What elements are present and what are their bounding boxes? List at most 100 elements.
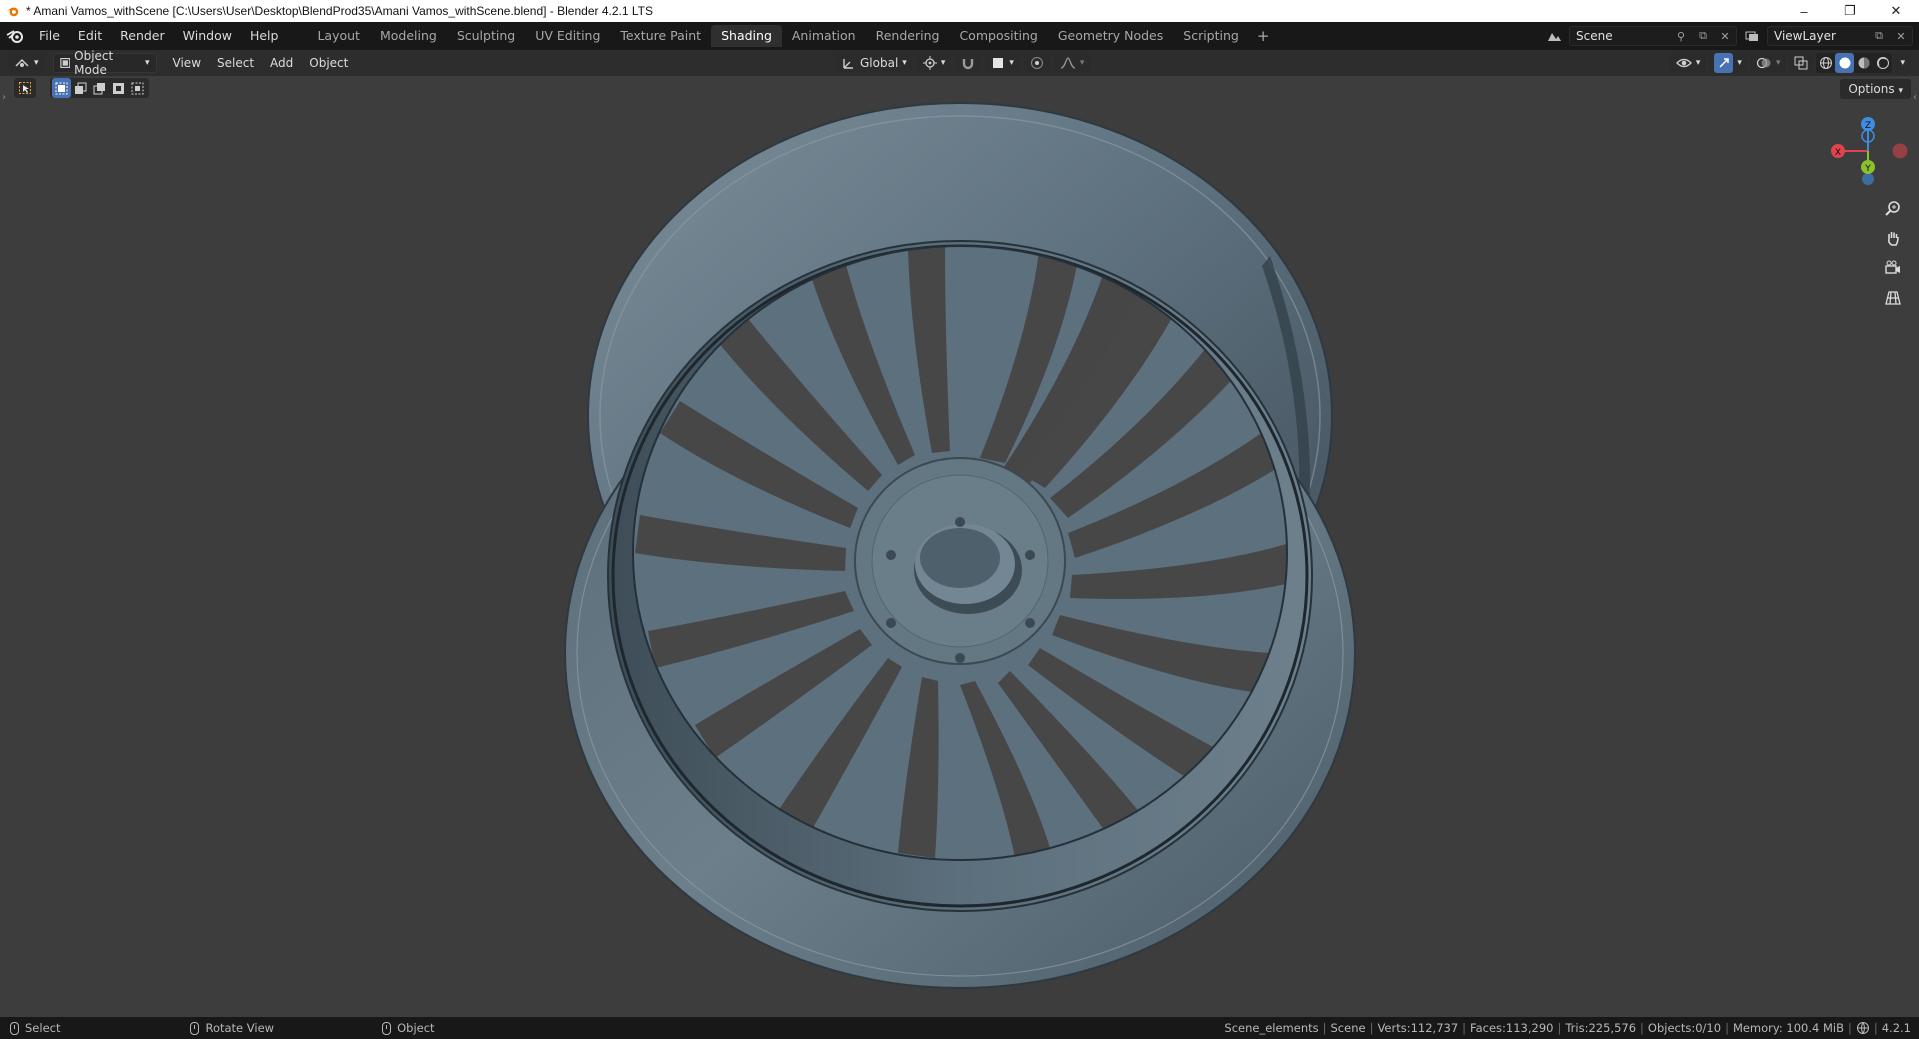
menu-help[interactable]: Help [241, 22, 288, 50]
rendered-shading-icon[interactable] [1873, 53, 1892, 73]
select-extend-icon[interactable] [71, 78, 90, 98]
snap-target-dropdown[interactable]: ▾ [985, 53, 1020, 73]
options-label: Options [1848, 82, 1895, 96]
proportional-falloff-dropdown[interactable]: ▾ [1053, 53, 1091, 73]
pin-icon[interactable]: ⚲ [1670, 26, 1692, 46]
gizmo-icon [1714, 53, 1734, 73]
menu-view[interactable]: View [165, 50, 209, 76]
hand-pan-icon[interactable] [1880, 226, 1906, 250]
tab-shading[interactable]: Shading [711, 25, 782, 47]
solid-shading-icon[interactable] [1835, 53, 1855, 73]
select-new-icon[interactable] [52, 78, 71, 98]
menu-add[interactable]: Add [262, 50, 301, 76]
shading-mode-group [1816, 53, 1893, 73]
3d-viewport[interactable]: › ‹ [0, 76, 1919, 1017]
chevron-down-icon: ▾ [1009, 58, 1014, 68]
select-invert-icon[interactable] [109, 78, 128, 98]
status-select-hint: Select [10, 1021, 60, 1035]
visibility-dropdown[interactable]: ▾ [1669, 53, 1707, 73]
overlays-icon [1756, 57, 1771, 69]
status-select-label: Select [25, 1021, 61, 1035]
tab-geometry-nodes[interactable]: Geometry Nodes [1048, 25, 1173, 47]
sidebar-expand-icon[interactable]: ‹ [1913, 92, 1917, 103]
pivot-icon [922, 56, 937, 70]
blender-version: 4.2.1 [1881, 1021, 1911, 1035]
view-layer-icon[interactable] [1741, 26, 1763, 46]
zoom-icon[interactable] [1880, 196, 1906, 220]
perspective-toggle-icon[interactable] [1880, 286, 1906, 310]
xray-icon [1794, 56, 1808, 70]
tab-modeling[interactable]: Modeling [370, 25, 447, 47]
proportional-editing-toggle[interactable] [1023, 53, 1050, 73]
snap-toggle[interactable] [955, 53, 982, 73]
tab-compositing[interactable]: Compositing [949, 25, 1047, 47]
tab-texture-paint[interactable]: Texture Paint [610, 25, 711, 47]
proportional-edit-icon [1030, 57, 1043, 69]
add-workspace-icon[interactable]: + [1249, 27, 1278, 45]
viewport-header: ▾ Object Mode ▾ View Select Add Object G… [0, 49, 1919, 77]
chevron-down-icon: ▾ [940, 58, 946, 68]
transform-orientation-dropdown[interactable]: Global ▾ [836, 53, 913, 73]
tab-sculpting[interactable]: Sculpting [447, 25, 525, 47]
status-object-hint: Object [382, 1021, 435, 1035]
tab-scripting[interactable]: Scripting [1173, 25, 1249, 47]
editor-type-button[interactable]: ▾ [8, 53, 45, 73]
toolbar-expand-icon[interactable]: › [2, 92, 6, 103]
snap-increment-icon [993, 58, 1004, 68]
overlays-toggle[interactable]: ▾ [1749, 53, 1787, 73]
scene-selector[interactable]: Scene ⚲ ⧉ ✕ [1569, 26, 1737, 46]
menu-object[interactable]: Object [301, 50, 356, 76]
stat-scene: Scene [1330, 1021, 1366, 1035]
gizmo-toggle[interactable]: ▾ [1708, 53, 1748, 73]
menu-select[interactable]: Select [209, 50, 262, 76]
chevron-down-icon: ▾ [1737, 58, 1742, 68]
status-bar: Select Rotate View Object Scene_elements… [0, 1017, 1919, 1039]
select-intersect-icon[interactable] [128, 78, 147, 98]
stat-collection: Scene_elements [1224, 1021, 1319, 1035]
delete-scene-icon[interactable]: ✕ [1714, 26, 1736, 46]
options-dropdown[interactable]: Options ▾ [1840, 79, 1911, 99]
camera-view-icon[interactable] [1880, 256, 1906, 280]
xray-toggle[interactable] [1788, 53, 1815, 73]
chevron-down-icon: ▾ [1695, 58, 1701, 68]
close-window-button[interactable]: ✕ [1873, 0, 1919, 22]
scene-type-icon[interactable] [1543, 26, 1565, 46]
mode-dropdown[interactable]: Object Mode ▾ [52, 49, 157, 77]
wheel-model [564, 102, 1356, 989]
navigation-buttons [1880, 196, 1906, 310]
chevron-down-icon: ▾ [1900, 58, 1905, 68]
restore-button[interactable]: ❐ [1827, 0, 1873, 22]
tab-layout[interactable]: Layout [307, 25, 370, 47]
shading-options-dropdown[interactable]: ▾ [1894, 53, 1911, 73]
gizmo-x-label: X [1835, 148, 1841, 158]
eye-icon [1675, 58, 1692, 68]
delete-view-layer-icon[interactable]: ✕ [1890, 26, 1912, 46]
menu-file[interactable]: File [30, 22, 69, 50]
menu-render[interactable]: Render [111, 22, 174, 50]
tab-rendering[interactable]: Rendering [866, 25, 950, 47]
navigation-gizmo[interactable]: Z X Y [1810, 112, 1910, 192]
tab-animation[interactable]: Animation [782, 25, 866, 47]
menu-edit[interactable]: Edit [69, 22, 111, 50]
wireframe-shading-icon[interactable] [1816, 53, 1835, 73]
tab-uv-editing[interactable]: UV Editing [525, 25, 610, 47]
mouse-middle-icon [190, 1021, 200, 1035]
select-tool-icon[interactable] [14, 78, 36, 98]
stat-memory: Memory: 100.4 MiB [1732, 1021, 1844, 1035]
pivot-point-dropdown[interactable]: ▾ [916, 53, 952, 73]
network-icon [1856, 1022, 1869, 1035]
orientation-label: Global [860, 56, 899, 70]
view-layer-selector[interactable]: ViewLayer ⧉ ✕ [1767, 26, 1913, 46]
scene-name: Scene [1576, 29, 1613, 43]
new-scene-icon[interactable]: ⧉ [1692, 26, 1714, 46]
object-mode-icon [59, 58, 70, 68]
material-preview-icon[interactable] [1854, 53, 1873, 73]
select-subtract-icon[interactable] [90, 78, 109, 98]
chevron-down-icon: ▾ [1079, 58, 1085, 68]
menu-window[interactable]: Window [174, 22, 241, 50]
new-view-layer-icon[interactable]: ⧉ [1868, 26, 1890, 46]
minimize-button[interactable]: – [1781, 0, 1827, 22]
chevron-down-icon: ▾ [1898, 86, 1903, 96]
blender-logo-icon[interactable] [0, 22, 30, 50]
status-rotate-hint: Rotate View [190, 1021, 274, 1035]
